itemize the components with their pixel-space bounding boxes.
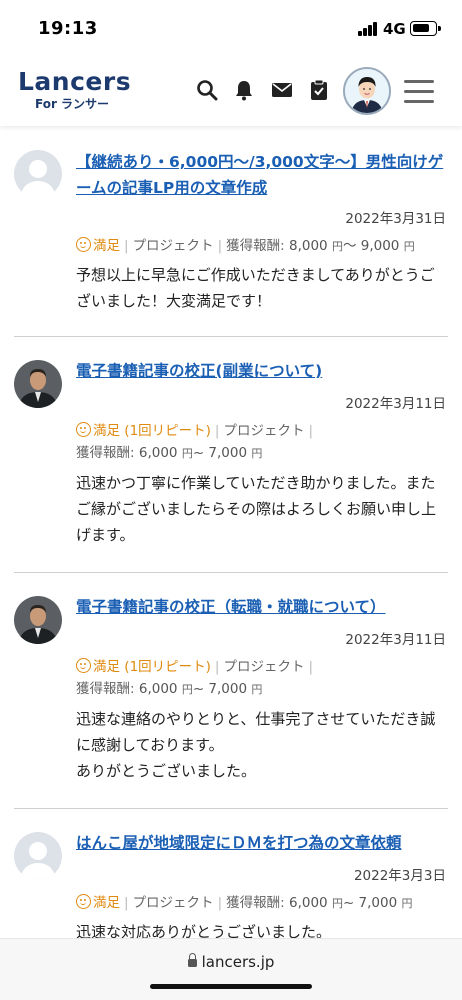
network-label: 4G — [383, 20, 406, 38]
review-title-link[interactable]: 電子書籍記事の校正(副業について) — [76, 358, 452, 384]
review-title-link[interactable]: 【継続あり・6,000円〜/3,000文字〜】男性向けゲームの記事LP用の文章作… — [76, 149, 452, 201]
satisfaction-badge: 満足 (1回リピート) — [76, 658, 211, 675]
review-date: 2022年3月11日 — [345, 632, 446, 648]
review-body-line: ありがとうございました。 — [76, 762, 257, 780]
review-title-link[interactable]: はんこ屋が地域限定にＤＭを打つ為の文章依頼 — [76, 830, 452, 856]
status-time: 19:13 — [38, 18, 98, 39]
default-avatar-icon — [14, 150, 62, 198]
client-photo-avatar — [14, 360, 62, 408]
smile-icon — [76, 422, 91, 437]
satisfaction-badge: 満足 — [76, 894, 120, 911]
clipboard-check-icon[interactable] — [307, 78, 331, 102]
fee-label: 獲得報酬: — [76, 681, 135, 697]
review-title-link[interactable]: 電子書籍記事の校正（転職・就職について） — [76, 594, 452, 620]
fee-label: 獲得報酬: — [226, 238, 285, 254]
mail-icon[interactable] — [270, 78, 294, 102]
fee-amount: 6,000 円~ 7,000 円 — [138, 681, 263, 697]
review-date: 2022年3月31日 — [345, 211, 446, 227]
review-body: 予想以上に早急にご作成いただきましてありがとうございました！大変満足です！ — [76, 266, 435, 310]
url-text: lancers.jp — [201, 953, 275, 971]
review-date: 2022年3月11日 — [345, 396, 446, 412]
divider — [14, 336, 448, 337]
work-type: プロジェクト — [223, 423, 305, 439]
repeat-count: (1回リピート) — [124, 423, 211, 439]
logo-main-text: Lancers — [18, 67, 132, 96]
satisfaction-badge: 満足 — [76, 237, 120, 254]
repeat-count: (1回リピート) — [124, 659, 211, 675]
divider — [14, 808, 448, 809]
review-date: 2022年3月3日 — [353, 868, 446, 884]
search-icon[interactable] — [195, 78, 219, 102]
signal-icon — [358, 22, 378, 36]
smile-icon — [76, 894, 91, 909]
battery-tip — [438, 26, 441, 31]
smile-icon — [76, 658, 91, 673]
review-meta: 満足 (1回リピート) | プロジェクト | 獲得報酬: 6,000 円~ 7,000… — [76, 658, 314, 697]
review-meta: 満足 | プロジェクト | 獲得報酬: 8,000 円〜 9,000 円 — [76, 235, 452, 258]
review-body: 迅速かつ丁寧に作業していただき助かりました。またご縁がございましたらその際はよろ… — [76, 474, 437, 544]
lancers-logo[interactable]: Lancers For ランサー — [18, 67, 132, 116]
url-display[interactable]: lancers.jp — [0, 953, 462, 971]
fee-amount: 6,000 円~ 7,000 円 — [138, 445, 263, 461]
review-meta: 満足 (1回リピート) | プロジェクト | 獲得報酬: 6,000 円~ 7,000… — [76, 422, 314, 461]
home-indicator[interactable] — [150, 984, 312, 989]
battery-icon — [410, 21, 437, 36]
review-body: 迅速な連絡のやりとりと、仕事完了させていただき誠に感謝しております。 ありがとう… — [76, 706, 448, 784]
battery-fill — [413, 24, 429, 32]
review-body-line: 迅速な連絡のやりとりと、仕事完了させていただき誠に感謝しております。 — [76, 710, 436, 754]
smile-icon — [76, 237, 91, 252]
work-type: プロジェクト — [132, 895, 214, 911]
lock-icon — [187, 953, 197, 967]
satisfaction-badge: 満足 (1回リピート) — [76, 422, 211, 439]
work-type: プロジェクト — [132, 238, 214, 254]
work-type: プロジェクト — [223, 659, 305, 675]
review-meta: 満足 | プロジェクト | 獲得報酬: 6,000 円~ 7,000 円 — [76, 892, 452, 915]
fee-label: 獲得報酬: — [226, 895, 285, 911]
hamburger-menu-icon[interactable] — [404, 78, 434, 104]
bell-icon[interactable] — [232, 78, 256, 102]
status-bar: 19:13 4G — [0, 0, 462, 60]
site-header: Lancers For ランサー — [0, 60, 462, 126]
fee-amount: 6,000 円~ 7,000 円 — [288, 895, 413, 911]
rating-label: 満足 — [93, 238, 120, 254]
user-avatar[interactable] — [343, 67, 391, 115]
client-photo-avatar — [14, 596, 62, 644]
fee-label: 獲得報酬: — [76, 445, 135, 461]
fee-amount: 8,000 円〜 9,000 円 — [288, 238, 415, 254]
browser-url-bar[interactable]: lancers.jp — [0, 938, 462, 1000]
logo-sub-text: For ランサー — [35, 97, 110, 111]
divider — [14, 572, 448, 573]
default-avatar-icon — [14, 832, 62, 880]
